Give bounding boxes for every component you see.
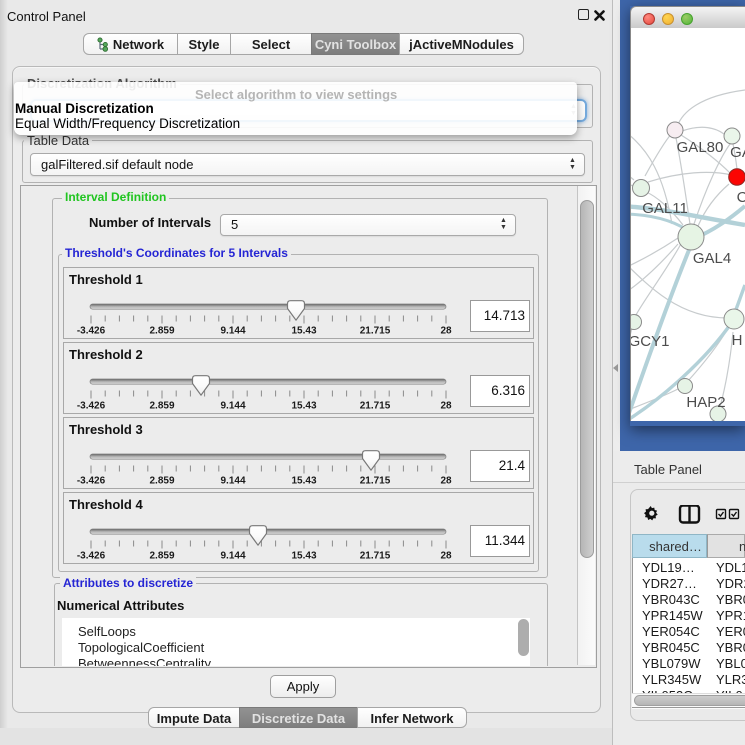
svg-text:21.715: 21.715 xyxy=(360,326,391,337)
svg-text:15.43: 15.43 xyxy=(291,401,316,412)
svg-text:21.715: 21.715 xyxy=(360,476,391,487)
svg-text:28: 28 xyxy=(440,326,452,337)
svg-text:28: 28 xyxy=(440,476,452,487)
svg-text:-3.426: -3.426 xyxy=(77,401,106,412)
svg-text:9.144: 9.144 xyxy=(220,401,245,412)
svg-text:C: C xyxy=(737,189,745,206)
svg-text:GAL4: GAL4 xyxy=(693,250,731,267)
svg-text:21.715: 21.715 xyxy=(360,401,391,412)
svg-text:GAL80: GAL80 xyxy=(677,139,724,156)
svg-text:15.43: 15.43 xyxy=(291,476,316,487)
svg-text:9.144: 9.144 xyxy=(220,551,245,562)
svg-text:2.859: 2.859 xyxy=(149,326,174,337)
svg-text:9.144: 9.144 xyxy=(220,476,245,487)
svg-text:28: 28 xyxy=(440,401,452,412)
svg-text:-3.426: -3.426 xyxy=(77,551,106,562)
svg-text:9.144: 9.144 xyxy=(220,326,245,337)
svg-text:2.859: 2.859 xyxy=(149,476,174,487)
svg-text:2.859: 2.859 xyxy=(149,401,174,412)
svg-text:-3.426: -3.426 xyxy=(77,326,106,337)
svg-text:21.715: 21.715 xyxy=(360,551,391,562)
svg-text:15.43: 15.43 xyxy=(291,326,316,337)
svg-text:GAL11: GAL11 xyxy=(642,200,688,217)
svg-text:15.43: 15.43 xyxy=(291,551,316,562)
svg-text:HAP2: HAP2 xyxy=(686,394,725,411)
svg-text:GCY1: GCY1 xyxy=(631,333,669,350)
svg-text:GA: GA xyxy=(730,144,745,161)
svg-text:H: H xyxy=(732,332,743,349)
svg-text:2.859: 2.859 xyxy=(149,551,174,562)
svg-text:28: 28 xyxy=(440,551,452,562)
svg-text:-3.426: -3.426 xyxy=(77,476,106,487)
